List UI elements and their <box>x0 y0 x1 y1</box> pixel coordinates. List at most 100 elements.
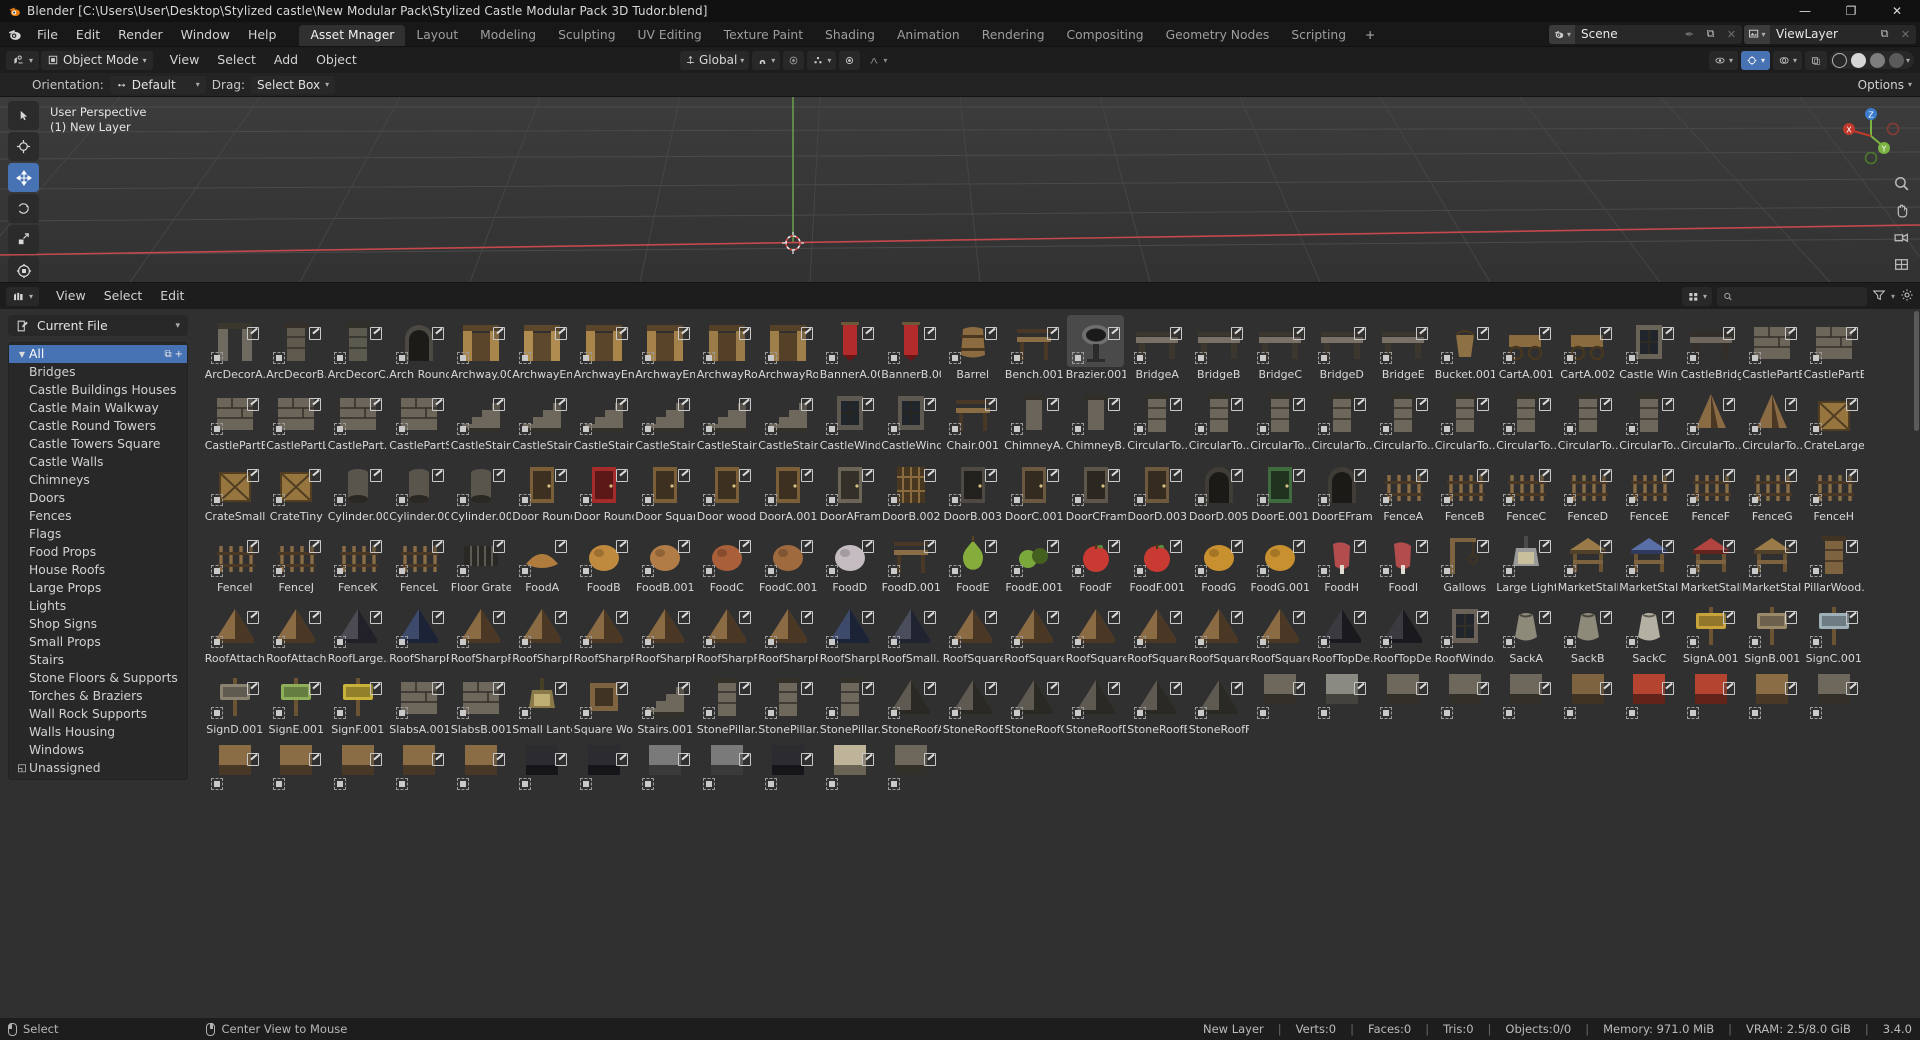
asset-item[interactable]: CrateLarge <box>1803 386 1865 457</box>
asset-item[interactable]: SignD.001 <box>204 670 266 741</box>
asset-item[interactable]: FoodG.001 <box>1250 528 1312 599</box>
asset-thumbnail[interactable] <box>1252 528 1309 580</box>
asset-item[interactable] <box>819 741 881 812</box>
asset-item[interactable]: CastleStair... <box>512 386 574 457</box>
asset-thumbnail[interactable] <box>1375 457 1432 509</box>
asset-thumbnail[interactable] <box>1252 386 1309 438</box>
asset-thumbnail[interactable] <box>883 457 940 509</box>
asset-thumbnail[interactable] <box>637 315 694 367</box>
asset-item[interactable]: DoorB.002 <box>881 457 943 528</box>
asset-thumbnail[interactable] <box>1252 670 1309 722</box>
asset-thumbnail[interactable] <box>1436 386 1493 438</box>
asset-thumbnail[interactable] <box>821 386 878 438</box>
asset-thumbnail[interactable] <box>1744 315 1801 367</box>
asset-thumbnail[interactable] <box>1252 315 1309 367</box>
asset-thumbnail[interactable] <box>1067 670 1124 722</box>
asset-thumbnail[interactable] <box>1436 528 1493 580</box>
asset-thumbnail[interactable] <box>1559 315 1616 367</box>
asset-item[interactable]: RoofAttach... <box>204 599 266 670</box>
asset-thumbnail[interactable] <box>268 599 325 651</box>
asset-thumbnail[interactable] <box>698 386 755 438</box>
asset-thumbnail[interactable] <box>1621 457 1678 509</box>
asset-thumbnail[interactable] <box>575 386 632 438</box>
asset-thumbnail[interactable] <box>1313 599 1370 651</box>
asset-thumbnail[interactable] <box>1252 599 1309 651</box>
asset-thumbnail[interactable] <box>760 386 817 438</box>
asset-thumbnail[interactable] <box>944 599 1001 651</box>
asset-item[interactable]: CastlePart... <box>327 386 389 457</box>
asset-item[interactable]: FoodF.001 <box>1127 528 1189 599</box>
asset-item[interactable]: PillarWood... <box>1803 528 1865 599</box>
asset-thumbnail[interactable] <box>514 670 571 722</box>
viewlayer-icon[interactable]: ▾ <box>1744 25 1770 44</box>
asset-item[interactable]: Cylinder.001 <box>327 457 389 528</box>
catalog-item-large-props[interactable]: Large Props <box>9 579 187 597</box>
menu-edit[interactable]: Edit <box>67 22 109 47</box>
asset-grid-scrollbar[interactable] <box>1914 311 1919 1014</box>
asset-thumbnail[interactable] <box>698 741 755 793</box>
asset-item[interactable]: StoneRoofE <box>1127 670 1189 741</box>
asset-editor-type-selector[interactable]: ▾ <box>6 287 39 306</box>
asset-item[interactable]: Arch Round... <box>389 315 451 386</box>
asset-thumbnail[interactable] <box>821 315 878 367</box>
asset-item[interactable] <box>1803 670 1865 741</box>
asset-item[interactable]: CircularTo... <box>1496 386 1558 457</box>
asset-thumbnail[interactable] <box>1436 670 1493 722</box>
menu-render[interactable]: Render <box>109 22 172 47</box>
record-toggle[interactable] <box>839 51 860 70</box>
asset-thumbnail[interactable] <box>1129 386 1186 438</box>
asset-item[interactable]: RoofSquare... <box>1004 599 1066 670</box>
asset-thumbnail[interactable] <box>883 315 940 367</box>
asset-thumbnail[interactable] <box>1744 670 1801 722</box>
asset-item[interactable]: ChimneyB... <box>1065 386 1127 457</box>
scene-icon[interactable]: ▾ <box>1549 25 1575 44</box>
asset-thumbnail[interactable] <box>1498 670 1555 722</box>
asset-thumbnail[interactable] <box>575 599 632 651</box>
asset-thumbnail[interactable] <box>944 386 1001 438</box>
asset-thumbnail[interactable] <box>1067 528 1124 580</box>
asset-item[interactable]: CastleWind... <box>819 386 881 457</box>
asset-item[interactable]: CircularTo... <box>1250 386 1312 457</box>
asset-item[interactable]: FoodD <box>819 528 881 599</box>
asset-item[interactable] <box>1434 670 1496 741</box>
asset-thumbnail[interactable] <box>268 386 325 438</box>
asset-thumbnail[interactable] <box>1559 670 1616 722</box>
asset-item[interactable]: RoofSharpF... <box>696 599 758 670</box>
asset-item[interactable]: CircularTo... <box>1742 386 1804 457</box>
asset-menu-view[interactable]: View <box>47 283 95 309</box>
asset-item[interactable]: SignB.001 <box>1742 599 1804 670</box>
asset-item[interactable]: ArchwayRo... <box>696 315 758 386</box>
asset-thumbnail[interactable] <box>1190 670 1247 722</box>
asset-item[interactable]: FoodF <box>1065 528 1127 599</box>
asset-item[interactable]: FoodD.001 <box>881 528 943 599</box>
asset-thumbnail[interactable] <box>514 741 571 793</box>
asset-thumbnail[interactable] <box>1682 315 1739 367</box>
asset-item[interactable]: FenceD <box>1557 457 1619 528</box>
catalog-row-actions[interactable]: ⧉+ <box>164 349 187 360</box>
asset-thumbnail[interactable] <box>514 386 571 438</box>
asset-item[interactable]: StonePillar... <box>819 670 881 741</box>
asset-thumbnail[interactable] <box>1805 528 1862 580</box>
filter-icon[interactable] <box>1872 288 1886 305</box>
asset-thumbnail[interactable] <box>1498 315 1555 367</box>
remove-viewlayer-icon[interactable]: ✕ <box>1895 25 1916 44</box>
asset-thumbnail[interactable] <box>821 457 878 509</box>
asset-thumbnail[interactable] <box>452 599 509 651</box>
asset-thumbnail[interactable] <box>452 670 509 722</box>
asset-item[interactable]: Bench.001 <box>1004 315 1066 386</box>
asset-thumbnail[interactable] <box>1067 386 1124 438</box>
asset-thumbnail[interactable] <box>1067 457 1124 509</box>
catalog-item-castle-main-walkway[interactable]: Castle Main Walkway <box>9 399 187 417</box>
asset-thumbnail[interactable] <box>883 670 940 722</box>
catalog-item-bridges[interactable]: Bridges <box>9 363 187 381</box>
asset-item[interactable]: ArchwayEn... <box>573 315 635 386</box>
asset-item[interactable]: CastleStair... <box>696 386 758 457</box>
asset-thumbnail[interactable] <box>1252 457 1309 509</box>
asset-thumbnail[interactable] <box>1129 315 1186 367</box>
asset-item[interactable]: BridgeB <box>1188 315 1250 386</box>
catalog-item-all[interactable]: ▼All⧉+ <box>9 345 187 363</box>
asset-thumbnail[interactable] <box>1805 315 1862 367</box>
asset-thumbnail[interactable] <box>1190 457 1247 509</box>
tab-modeling[interactable]: Modeling <box>469 25 547 46</box>
viewport-menu-view[interactable]: View <box>161 47 209 73</box>
